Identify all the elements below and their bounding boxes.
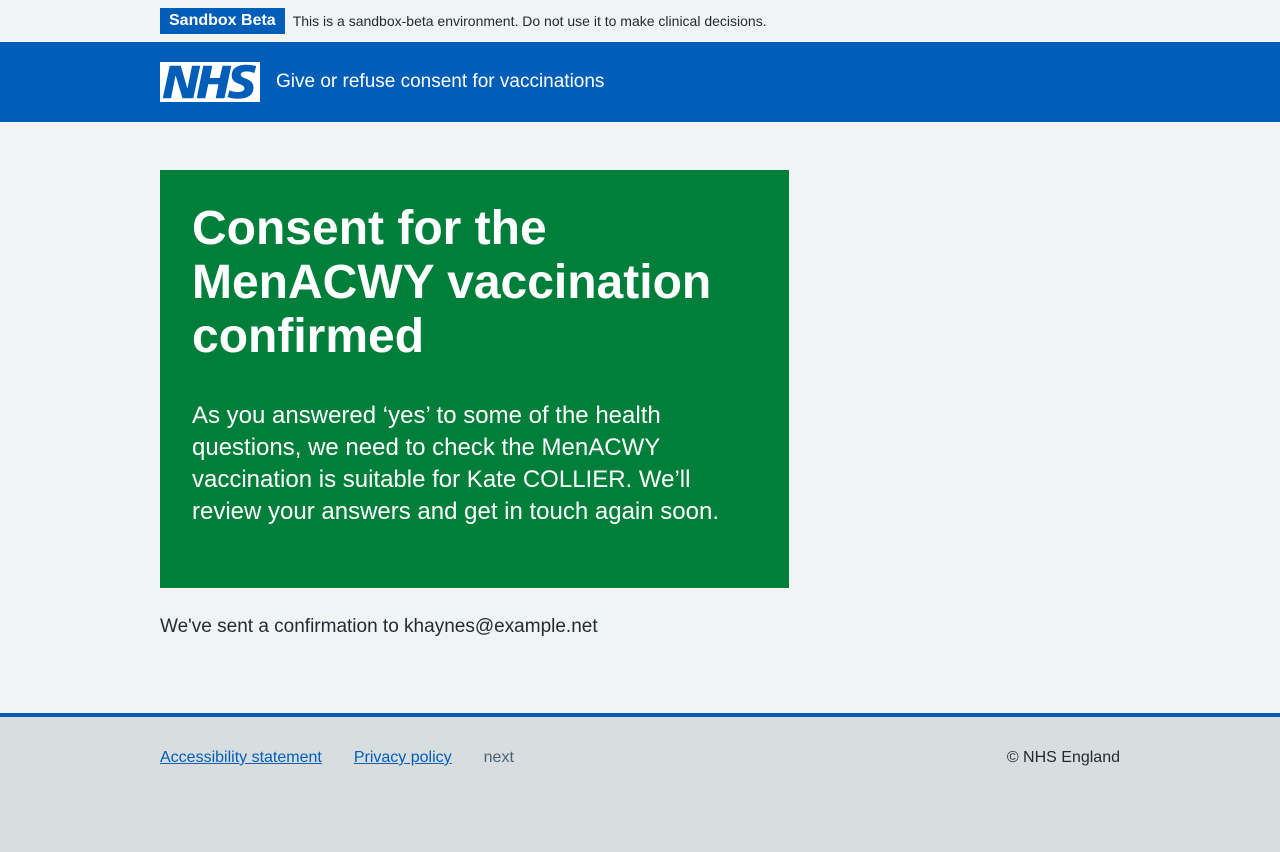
- environment-tag: Sandbox Beta: [160, 8, 285, 34]
- service-name-link[interactable]: Give or refuse consent for vaccinations: [276, 71, 604, 93]
- confirmation-panel: Consent for the MenACWY vaccination conf…: [160, 170, 789, 588]
- main-content: Consent for the MenACWY vaccination conf…: [0, 122, 1280, 713]
- environment-message: This is a sandbox-beta environment. Do n…: [292, 13, 767, 29]
- footer-links: Accessibility statement Privacy policy n…: [160, 749, 514, 767]
- footer-link-accessibility[interactable]: Accessibility statement: [160, 749, 322, 767]
- footer-link-privacy[interactable]: Privacy policy: [354, 749, 452, 767]
- footer-version: next: [483, 749, 514, 766]
- footer-copyright: © NHS England: [1006, 749, 1120, 766]
- environment-banner: Sandbox Beta This is a sandbox-beta envi…: [0, 0, 1280, 42]
- site-footer: Accessibility statement Privacy policy n…: [0, 713, 1280, 852]
- site-header: Give or refuse consent for vaccinations: [0, 42, 1280, 122]
- panel-title: Consent for the MenACWY vaccination conf…: [192, 202, 712, 363]
- nhs-logo-link[interactable]: [160, 62, 260, 102]
- nhs-logo-icon: [160, 62, 260, 102]
- confirmation-sent-text: We've sent a confirmation to khaynes@exa…: [160, 616, 598, 637]
- panel-body: As you answered ‘yes’ to some of the hea…: [192, 402, 719, 525]
